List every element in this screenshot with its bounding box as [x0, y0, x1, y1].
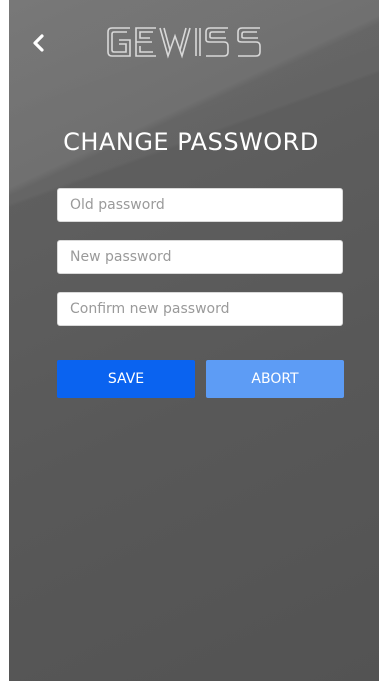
- new-password-field[interactable]: [57, 240, 343, 274]
- abort-button[interactable]: ABORT: [206, 360, 344, 398]
- app-screen: GEWISS CHANGE PASSWORD SAVE ABORT: [9, 0, 379, 681]
- old-password-field[interactable]: [57, 188, 343, 222]
- chevron-left-icon: [33, 34, 44, 52]
- logo-text: GEWISS: [274, 20, 275, 21]
- background-decoration: [9, 0, 379, 681]
- gewiss-logo: GEWISS: [104, 20, 274, 64]
- save-button[interactable]: SAVE: [57, 360, 195, 398]
- page-title: CHANGE PASSWORD: [63, 128, 319, 156]
- confirm-password-field[interactable]: [57, 292, 343, 326]
- back-button[interactable]: [27, 31, 49, 55]
